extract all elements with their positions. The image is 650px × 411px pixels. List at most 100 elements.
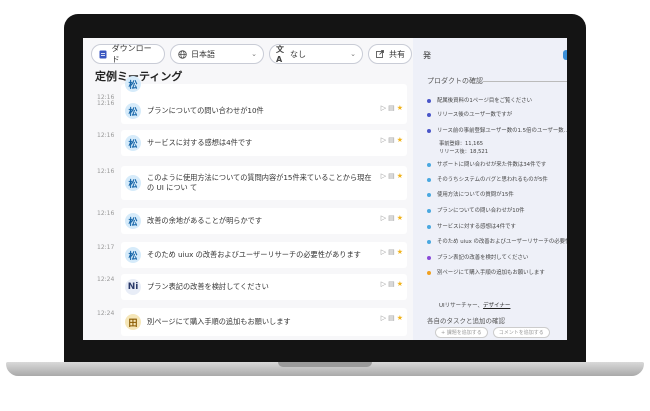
message-card[interactable]: 松 サービスに対する感想は4件です ▷ ▤ ★ xyxy=(121,130,407,156)
message-card[interactable]: Ni プラン表記の改善を検討してください ▷ ▤ ★ xyxy=(121,274,407,300)
avatar: 松 xyxy=(125,175,141,191)
language-label: 日本語 xyxy=(191,49,215,59)
bullet-icon xyxy=(427,112,431,117)
message-time: 12:16 xyxy=(97,210,115,217)
message-time: 12:17 xyxy=(97,244,115,251)
bullet-icon xyxy=(427,255,431,260)
summary-item[interactable]: サービスに対する感想は4件です xyxy=(427,222,516,230)
copy-icon[interactable]: ▤ xyxy=(388,280,395,288)
avatar: 田 xyxy=(125,314,141,330)
summary-item[interactable]: プランについての問い合わせが10件 xyxy=(427,206,525,214)
summary-item-text: サポートに問い合わせが来た件数は34件です xyxy=(437,162,547,168)
message-card[interactable]: 松 改善の余地があることが明らかです ▷ ▤ ★ xyxy=(121,208,407,234)
translation-select[interactable]: 文A なし ⌄ xyxy=(269,44,363,64)
message-actions: ▷ ▤ ★ xyxy=(381,172,403,180)
copy-icon[interactable]: ▤ xyxy=(388,214,395,222)
star-icon[interactable]: ★ xyxy=(397,172,403,180)
play-icon[interactable]: ▷ xyxy=(381,248,386,256)
copy-icon[interactable]: ▤ xyxy=(388,136,395,144)
message-actions: ▷ ▤ ★ xyxy=(381,248,403,256)
message-text: このように使用方法についての質問内容が15件来ていることから現在の UI につい… xyxy=(147,173,372,192)
play-icon[interactable]: ▷ xyxy=(381,172,386,180)
summary-item[interactable]: リース前の事前登録ユーザー数の1.5倍のユーザー数... xyxy=(427,126,567,134)
play-icon[interactable]: ▷ xyxy=(381,314,386,322)
message-actions: ▷ ▤ ★ xyxy=(381,136,403,144)
message-actions: ▷ ▤ ★ xyxy=(381,314,403,322)
summary-item-text: リース前の事前登録ユーザー数の1.5倍のユーザー数... xyxy=(437,128,567,134)
download-label: ダウンロード xyxy=(111,44,152,64)
copy-icon[interactable]: ▤ xyxy=(388,314,395,322)
bullet-icon xyxy=(427,224,431,229)
bullet-icon xyxy=(427,208,431,213)
play-icon[interactable]: ▷ xyxy=(381,104,386,112)
laptop-notch xyxy=(278,362,372,367)
copy-icon[interactable]: ▤ xyxy=(388,248,395,256)
add-comment-button[interactable]: コメントを追加する xyxy=(492,327,550,338)
chevron-down-icon: ⌄ xyxy=(251,50,257,58)
message-actions: ▷ ▤ ★ xyxy=(381,214,403,222)
summary-item-text: サービスに対する感想は4件です xyxy=(437,224,516,230)
copy-icon[interactable]: ▤ xyxy=(388,172,395,180)
star-icon[interactable]: ★ xyxy=(397,136,403,144)
star-icon[interactable]: ★ xyxy=(397,248,403,256)
avatar: 松 xyxy=(125,76,141,92)
play-icon[interactable]: ▷ xyxy=(381,214,386,222)
summary-item[interactable]: プラン表記の改善を検討してください xyxy=(427,253,528,261)
message-card[interactable]: 松 このように使用方法についての質問内容が15件来ていることから現在の UI に… xyxy=(121,166,407,200)
summary-item[interactable]: 別ページにて購入手順の追加もお願いします xyxy=(427,268,545,276)
research-line: UIリサーチャー、デザイナー xyxy=(439,301,510,309)
stat-line: 事前登録：11,165 xyxy=(439,141,484,147)
panel-indicator xyxy=(563,50,567,60)
message-text: プラン表記の改善を検討してください xyxy=(147,282,269,291)
task-section-title: 各自のタスクと追加の確認 xyxy=(427,317,505,325)
summary-item[interactable]: 配属後資料の1ページ目をご覧ください xyxy=(427,96,532,104)
summary-item-text: 別ページにて購入手順の追加もお願いします xyxy=(437,270,545,276)
message-text: 改善の余地があることが明らかです xyxy=(147,216,263,225)
bullet-icon xyxy=(427,128,431,133)
star-icon[interactable]: ★ xyxy=(397,280,403,288)
translate-icon: 文A xyxy=(276,45,284,64)
message-time: 12:24 xyxy=(97,310,115,317)
summary-item-text: 配属後資料の1ページ目をご覧ください xyxy=(437,98,532,104)
summary-item-text: プランについての問い合わせが10件 xyxy=(437,208,525,214)
copy-icon[interactable]: ▤ xyxy=(388,104,395,112)
message-card[interactable]: 松 プランについての問い合わせが10件 ▷ ▤ ★ xyxy=(121,98,407,124)
summary-item[interactable]: サポートに問い合わせが来た件数は34件です xyxy=(427,160,546,168)
message-card[interactable]: 松 そのため uiux の改善およびユーザーリサーチの必要性があります ▷ ▤ ★ xyxy=(121,242,407,268)
share-label: 共有 xyxy=(389,49,405,59)
bullet-icon xyxy=(427,162,431,167)
bullet-icon xyxy=(427,270,431,275)
chevron-down-icon: ⌄ xyxy=(350,50,356,58)
star-icon[interactable]: ★ xyxy=(397,314,403,322)
bullet-icon xyxy=(427,192,431,197)
message-text: 別ページにて購入手順の追加もお願いします xyxy=(147,317,291,326)
star-icon[interactable]: ★ xyxy=(397,104,403,112)
download-button[interactable]: ダウンロード xyxy=(91,44,165,64)
summary-item[interactable]: そのうちシステムのバグと思われるものが5件 xyxy=(427,175,548,183)
summary-item-text: プラン表記の改善を検討してください xyxy=(437,255,529,261)
message-time: 12:16 xyxy=(97,168,115,175)
globe-icon xyxy=(177,49,187,59)
research-prefix: UIリサーチャー、 xyxy=(439,303,484,309)
message-text: プランについての問い合わせが10件 xyxy=(147,106,264,115)
summary-item[interactable]: 使用方法についての質問が15件 xyxy=(427,190,514,198)
summary-item[interactable]: リリース後のユーザー数ですが xyxy=(427,110,512,118)
add-task-button[interactable]: + 課題を追加する xyxy=(435,327,488,338)
panel-header: 発 xyxy=(423,51,431,60)
language-select[interactable]: 日本語 ⌄ xyxy=(170,44,264,64)
play-icon[interactable]: ▷ xyxy=(381,280,386,288)
message-actions: ▷ ▤ ★ xyxy=(381,280,403,288)
message-card[interactable]: 田 別ページにて購入手順の追加もお願いします ▷ ▤ ★ xyxy=(121,308,407,336)
message-time: 12:16 xyxy=(97,132,115,139)
play-icon[interactable]: ▷ xyxy=(381,136,386,144)
task-buttons: + 課題を追加する コメントを追加する xyxy=(435,327,550,338)
bullet-icon xyxy=(427,98,431,103)
message-actions: ▷ ▤ ★ xyxy=(381,104,403,112)
registration-stats: 事前登録：11,165 リリース後：18,521 xyxy=(439,140,488,156)
share-icon xyxy=(375,49,385,59)
summary-item[interactable]: そのため uiux の改善およびユーザーリサーチの必要性 xyxy=(427,237,567,245)
transcript-pane: ダウンロード 日本語 ⌄ 文A なし ⌄ 共有 定例ミーティング 12:16 松 xyxy=(83,38,413,340)
share-button[interactable]: 共有 xyxy=(368,44,412,64)
star-icon[interactable]: ★ xyxy=(397,214,403,222)
designer-link[interactable]: デザイナー xyxy=(483,303,510,309)
